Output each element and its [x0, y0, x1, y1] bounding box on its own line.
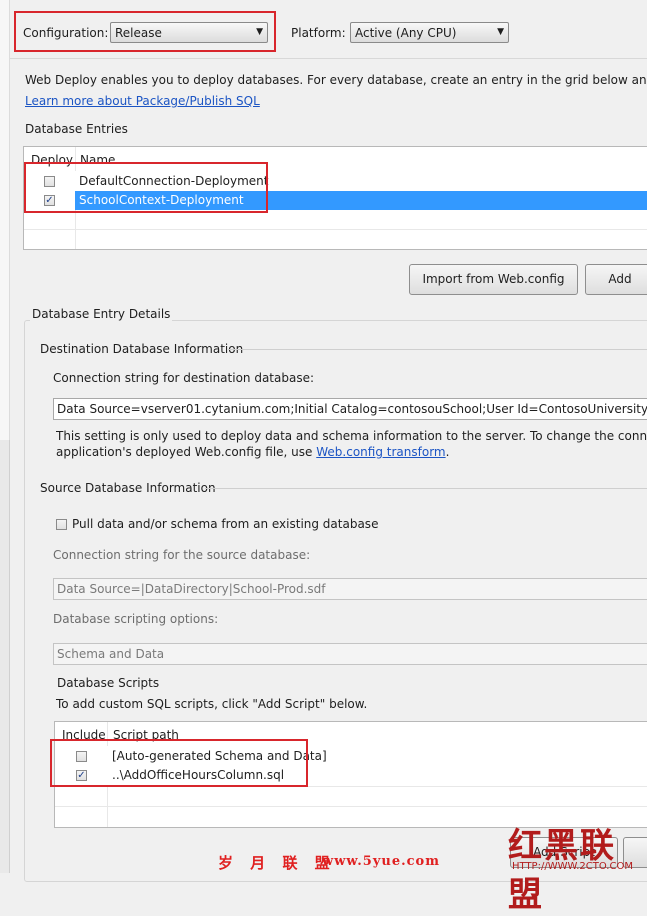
watermark-right-url: HTTP://WWW.2CTO.COM [512, 861, 633, 872]
scripting-options-select[interactable]: Schema and Data [53, 643, 647, 665]
database-entries-label: Database Entries [25, 122, 128, 136]
grid-row-line [24, 229, 647, 230]
source-divider [205, 488, 647, 489]
platform-select[interactable]: Active (Any CPU) ▼ [350, 22, 509, 43]
destination-conn-input[interactable]: Data Source=vserver01.cytanium.com;Initi… [53, 398, 647, 420]
highlight-entries [24, 162, 268, 213]
learn-more-link[interactable]: Learn more about Package/Publish SQL [25, 94, 260, 108]
destination-divider [228, 349, 647, 350]
destination-conn-label: Connection string for destination databa… [53, 371, 315, 385]
destination-note-line2: application's deployed Web.config file, … [56, 445, 449, 459]
pull-data-label[interactable]: Pull data and/or schema from an existing… [72, 517, 378, 531]
scripting-options-label: Database scripting options: [53, 612, 219, 626]
entry-details-label: Database Entry Details [30, 307, 173, 321]
left-edge-panel [0, 440, 10, 873]
pull-data-checkbox[interactable] [56, 519, 67, 530]
source-label: Source Database Information [40, 481, 216, 495]
destination-label: Destination Database Information [40, 342, 244, 356]
chevron-down-icon: ▼ [497, 27, 504, 37]
import-from-webconfig-button[interactable]: Import from Web.config [409, 264, 578, 295]
grid-row-line [55, 806, 647, 807]
platform-label: Platform: [291, 26, 346, 40]
source-conn-input[interactable]: Data Source=|DataDirectory|School-Prod.s… [53, 578, 647, 600]
highlight-scripts [50, 739, 308, 787]
watermark-left: 岁 月 联 盟 [218, 854, 336, 872]
destination-note: This setting is only used to deploy data… [56, 429, 647, 443]
highlight-configuration [14, 11, 276, 52]
database-scripts-hint: To add custom SQL scripts, click "Add Sc… [56, 697, 368, 711]
watermark-left-url: www.5yue.com [322, 854, 440, 869]
intro-text: Web Deploy enables you to deploy databas… [25, 73, 647, 87]
webconfig-transform-link[interactable]: Web.config transform [316, 445, 445, 459]
destination-note-text: application's deployed Web.config file, … [56, 445, 313, 459]
database-scripts-label: Database Scripts [57, 676, 160, 690]
source-conn-label: Connection string for the source databas… [53, 548, 311, 562]
add-entry-button[interactable]: Add [585, 264, 647, 295]
destination-note-end: . [445, 445, 450, 459]
platform-select-value: Active (Any CPU) [355, 26, 457, 40]
